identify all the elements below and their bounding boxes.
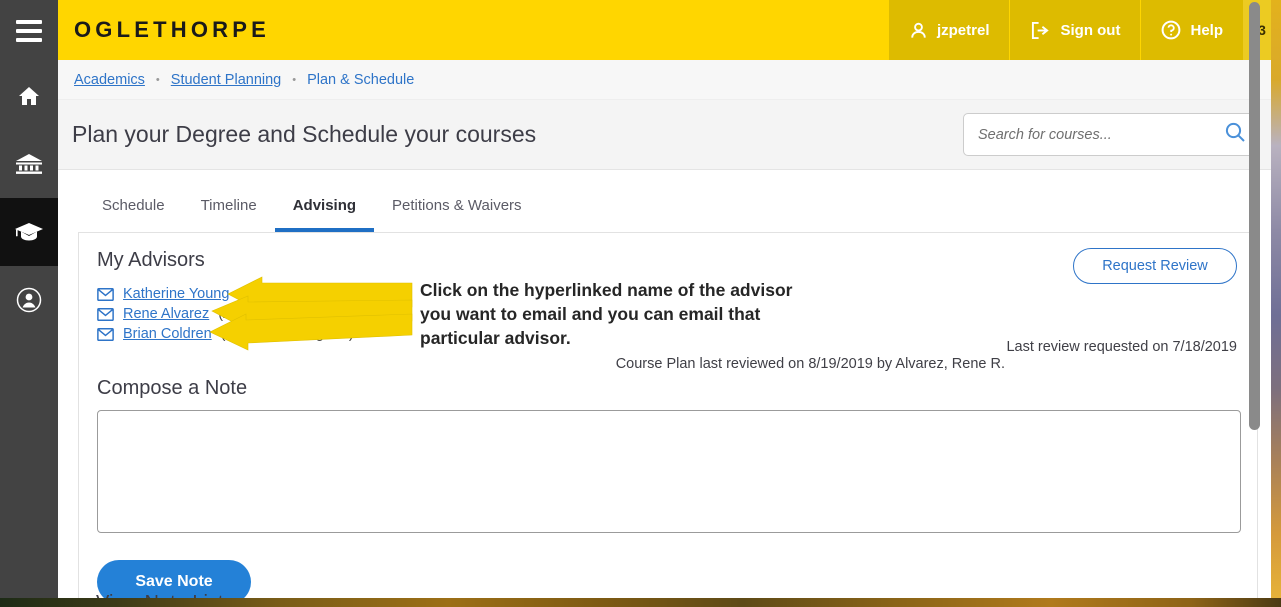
user-menu-button[interactable]: jzpetrel xyxy=(887,0,1010,60)
course-plan-reviewed-text: Course Plan last reviewed on 8/19/2019 b… xyxy=(615,356,1005,372)
rail-item-user[interactable] xyxy=(0,266,58,334)
envelope-icon[interactable] xyxy=(97,287,114,301)
rail-item-academics[interactable] xyxy=(0,198,58,266)
compose-note-heading: Compose a Note xyxy=(97,377,248,399)
tab-timeline[interactable]: Timeline xyxy=(183,197,275,232)
advisor-role: (Additional Program) xyxy=(218,306,352,322)
scrollbar-track[interactable] xyxy=(1249,0,1271,607)
compose-note-textarea[interactable] xyxy=(97,410,1241,533)
hamburger-menu-button[interactable] xyxy=(0,0,58,62)
tab-advising[interactable]: Advising xyxy=(274,197,375,232)
app-window: OGLETHORPE jzpetrel Sign out Help 3 Acad… xyxy=(0,0,1281,607)
header-actions: jzpetrel Sign out Help 3 xyxy=(887,0,1281,60)
rail-item-financial[interactable] xyxy=(0,130,58,198)
last-review-requested-text: Last review requested on 7/18/2019 xyxy=(1006,339,1237,355)
bank-icon xyxy=(15,152,43,176)
advisor-role: (Program) xyxy=(238,286,304,302)
my-advisors-heading: My Advisors xyxy=(97,249,205,271)
advisor-role: (Additional Program) xyxy=(220,326,354,342)
advisor-link-katherine-young[interactable]: Katherine Young xyxy=(123,286,229,302)
scrollbar-thumb[interactable] xyxy=(1249,2,1260,430)
sign-out-icon xyxy=(1030,21,1051,40)
rail-item-home[interactable] xyxy=(0,62,58,130)
help-button[interactable]: Help xyxy=(1140,0,1243,60)
help-icon xyxy=(1161,20,1181,40)
page-title-row: Plan your Degree and Schedule your cours… xyxy=(58,100,1281,170)
top-header-bar: OGLETHORPE jzpetrel Sign out Help 3 xyxy=(58,0,1281,60)
user-icon xyxy=(909,21,928,40)
sign-out-label: Sign out xyxy=(1060,21,1121,39)
left-rail xyxy=(0,0,58,607)
breadcrumb-item-plan-schedule: Plan & Schedule xyxy=(307,71,415,88)
tab-bar: Schedule Timeline Advising Petitions & W… xyxy=(58,170,1281,232)
breadcrumb-item-academics[interactable]: Academics xyxy=(74,72,145,88)
help-label: Help xyxy=(1190,21,1223,39)
page-title: Plan your Degree and Schedule your cours… xyxy=(72,121,537,147)
desktop-edge-strip xyxy=(1271,0,1281,607)
breadcrumb-separator: • xyxy=(155,73,160,86)
annotation-text: Click on the hyperlinked name of the adv… xyxy=(420,280,793,348)
breadcrumb: Academics • Student Planning • Plan & Sc… xyxy=(58,60,1281,100)
user-circle-icon xyxy=(16,287,42,313)
envelope-icon[interactable] xyxy=(97,307,114,321)
advisor-link-brian-coldren[interactable]: Brian Coldren xyxy=(123,326,212,342)
breadcrumb-item-student-planning[interactable]: Student Planning xyxy=(171,72,281,88)
desktop-bottom-strip xyxy=(0,598,1281,607)
home-icon xyxy=(16,84,42,108)
envelope-icon[interactable] xyxy=(97,327,114,341)
graduation-cap-icon xyxy=(14,220,44,244)
breadcrumb-separator: • xyxy=(292,73,297,86)
search-input[interactable] xyxy=(976,125,1224,144)
tab-petitions-waivers[interactable]: Petitions & Waivers xyxy=(374,197,540,232)
tab-schedule[interactable]: Schedule xyxy=(84,197,183,232)
advisor-link-rene-alvarez[interactable]: Rene Alvarez xyxy=(123,306,209,322)
search-icon[interactable] xyxy=(1224,121,1246,148)
sign-out-button[interactable]: Sign out xyxy=(1009,0,1141,60)
username-label: jzpetrel xyxy=(936,21,990,39)
search-box[interactable] xyxy=(963,113,1259,156)
request-review-button[interactable]: Request Review xyxy=(1073,248,1237,284)
brand-logo: OGLETHORPE xyxy=(74,17,271,42)
hamburger-icon xyxy=(16,20,42,42)
